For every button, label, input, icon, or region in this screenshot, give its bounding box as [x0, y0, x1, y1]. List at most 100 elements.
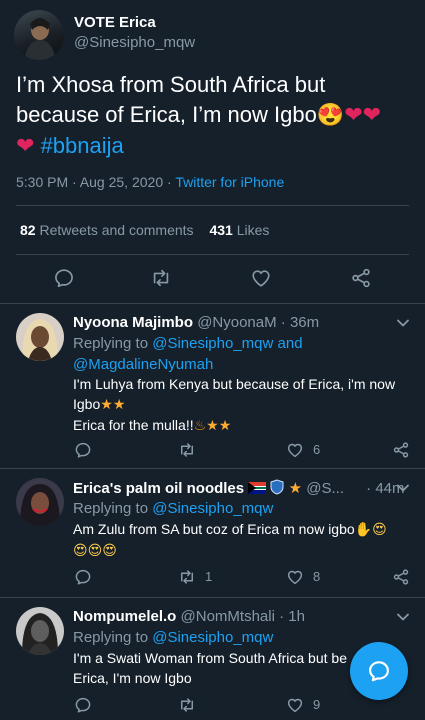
tweet-source-link[interactable]: Twitter for iPhone — [175, 174, 284, 190]
reply-body: I'm a Swati Woman from South Africa but … — [73, 648, 373, 688]
red-heart-emoji-icon: ❤ — [344, 103, 363, 128]
heart-eyes-emoji-icon: 😍 — [102, 543, 117, 559]
like-icon — [287, 570, 303, 585]
reply-time[interactable]: · 36m — [281, 314, 319, 331]
reply-comment-button[interactable] — [73, 440, 93, 460]
reply-share-button[interactable] — [391, 567, 411, 587]
reply-handle[interactable]: @S... — [306, 480, 344, 497]
like-button[interactable] — [249, 266, 273, 290]
replying-to-link[interactable]: @Sinesipho_mqw and — [152, 335, 302, 352]
divider — [16, 205, 409, 206]
reply-text-line: 😍😍😍 — [73, 540, 418, 561]
comment-icon — [55, 269, 73, 288]
reply-header: Nompumelel.o @NomMtshali · 1h — [73, 608, 305, 626]
comment-button[interactable] — [52, 266, 76, 290]
reply-text-fragment: Am Zulu from SA but coz of Erica m now i… — [73, 521, 355, 537]
reply-text-line: Erica, I'm now Igbo — [73, 670, 192, 686]
reply-header: Erica's palm oil noodles ★ @S... · 44m — [73, 479, 405, 500]
retweets-count: 82 — [20, 222, 36, 238]
replying-to: Replying to @Sinesipho_mqw and @Magdalin… — [73, 333, 413, 375]
heart-eyes-emoji-icon: 😍 — [372, 522, 387, 538]
reply-handle[interactable]: @NyoonaM — [197, 314, 276, 331]
main-tweet-avatar[interactable] — [14, 10, 64, 60]
reply-retweet-button[interactable] — [177, 567, 197, 587]
reply-avatar[interactable] — [16, 313, 64, 361]
south-africa-flag-icon — [248, 482, 267, 494]
reply-like-button[interactable] — [285, 695, 305, 715]
meta-separator: · — [167, 174, 172, 190]
reply-handle[interactable]: @NomMtshali — [181, 608, 275, 625]
share-button[interactable] — [349, 266, 373, 290]
star-emoji-icon: ★ — [218, 418, 232, 434]
reply-like-button[interactable] — [285, 440, 305, 460]
main-tweet-timestamp[interactable]: 5:30 PM · Aug 25, 2020 — [16, 174, 163, 190]
fire-emoji-icon: ♨ — [193, 418, 207, 434]
reply-share-button[interactable] — [391, 440, 411, 460]
ok-hand-emoji-icon: ✋ — [354, 522, 373, 538]
reply-display-name[interactable]: Nompumelel.o — [73, 608, 176, 625]
star-emoji-icon: ★ — [112, 397, 126, 413]
compose-reply-button[interactable] — [350, 642, 408, 700]
main-tweet-text-line2-text: because of Erica, I’m now Igbo — [16, 102, 317, 127]
replying-to: Replying to @Sinesipho_mqw — [73, 627, 413, 648]
retweets-stat[interactable]: 82 Retweets and comments — [20, 222, 197, 238]
reply-like-button[interactable] — [285, 567, 305, 587]
reply-text-fragment: Erica for the mulla!! — [73, 417, 194, 433]
star-emoji-icon: ★ — [206, 418, 219, 434]
red-heart-emoji-icon: ❤ — [16, 134, 35, 159]
reply-display-name[interactable]: Nyoona Majimbo — [73, 314, 193, 331]
main-tweet-meta: 5:30 PM · Aug 25, 2020 · Twitter for iPh… — [16, 173, 284, 191]
more-options-button[interactable] — [394, 479, 412, 497]
replying-to-link[interactable]: @Sinesipho_mqw — [152, 629, 273, 646]
comment-icon — [75, 569, 91, 585]
main-tweet-handle[interactable]: @Sinesipho_mqw — [74, 34, 195, 52]
comment-icon — [75, 697, 91, 713]
reply-retweet-button[interactable] — [177, 695, 197, 715]
reply-comment-button[interactable] — [73, 567, 93, 587]
like-icon — [287, 698, 303, 713]
main-tweet-text-line3: ❤ #bbnaija — [16, 131, 416, 162]
star-emoji-icon: ★ — [288, 479, 303, 497]
chevron-down-icon — [397, 319, 409, 327]
reply-text-fragment: Igbo — [73, 396, 101, 412]
retweet-icon — [181, 570, 193, 584]
replying-to-link[interactable]: @Sinesipho_mqw — [152, 500, 273, 517]
divider — [0, 468, 425, 469]
star-emoji-icon: ★ — [100, 397, 113, 413]
likes-stat[interactable]: 431 Likes — [209, 222, 269, 238]
divider — [0, 597, 425, 598]
reply-like-count: 8 — [313, 569, 321, 584]
reply-text-line: Erica for the mulla!!♨★★ — [73, 415, 418, 436]
reply-display-name[interactable]: Erica's palm oil noodles — [73, 480, 244, 497]
hashtag-link[interactable]: #bbnaija — [41, 133, 124, 158]
replying-to-prefix: Replying to — [73, 500, 149, 517]
likes-count: 431 — [209, 222, 233, 238]
comment-icon — [75, 442, 91, 458]
reply-header: Nyoona Majimbo @NyoonaM · 36m — [73, 314, 319, 332]
divider — [0, 303, 425, 304]
main-tweet-text-line1: I’m Xhosa from South Africa but — [16, 72, 326, 97]
tweet-stats: 82 Retweets and comments 431 Likes — [20, 221, 269, 239]
reply-comment-button[interactable] — [73, 695, 93, 715]
chevron-down-icon — [397, 613, 409, 621]
reply-body: Am Zulu from SA but coz of Erica m now i… — [73, 519, 418, 561]
reply-retweet-count: 1 — [205, 569, 213, 584]
reply-avatar[interactable] — [16, 478, 64, 526]
retweet-icon — [181, 443, 193, 457]
more-options-button[interactable] — [394, 608, 412, 626]
heart-eyes-emoji-icon: 😍 — [87, 543, 103, 559]
reply-like-count: 6 — [313, 442, 321, 457]
avatar-photo — [20, 484, 60, 526]
main-tweet-display-name[interactable]: VOTE Erica — [74, 14, 156, 32]
likes-label: Likes — [236, 222, 270, 238]
retweet-button[interactable] — [149, 266, 173, 290]
more-options-button[interactable] — [394, 314, 412, 332]
shield-icon — [270, 479, 284, 500]
replying-to-link[interactable]: @MagdalineNyumah — [73, 356, 213, 373]
retweet-icon — [181, 698, 193, 712]
reply-retweet-button[interactable] — [177, 440, 197, 460]
reply-avatar[interactable] — [16, 607, 64, 655]
share-icon — [393, 569, 409, 585]
reply-time[interactable]: · 1h — [279, 608, 305, 625]
red-heart-emoji-icon: ❤ — [362, 103, 382, 128]
